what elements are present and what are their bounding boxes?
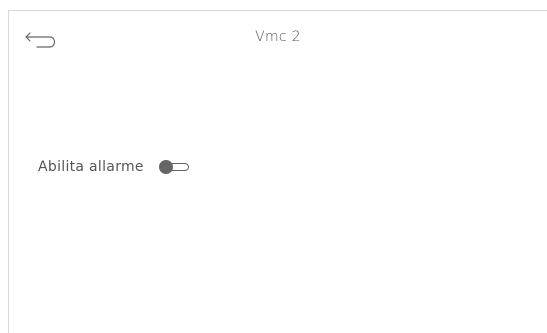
toggle-knob <box>158 160 173 174</box>
alarm-setting-row: Abilita allarme <box>38 156 191 178</box>
settings-panel: Vmc 2 Abilita allarme <box>8 10 547 333</box>
alarm-label: Abilita allarme <box>38 159 144 175</box>
page-title: Vmc 2 <box>255 29 301 45</box>
alarm-toggle[interactable] <box>158 159 191 175</box>
